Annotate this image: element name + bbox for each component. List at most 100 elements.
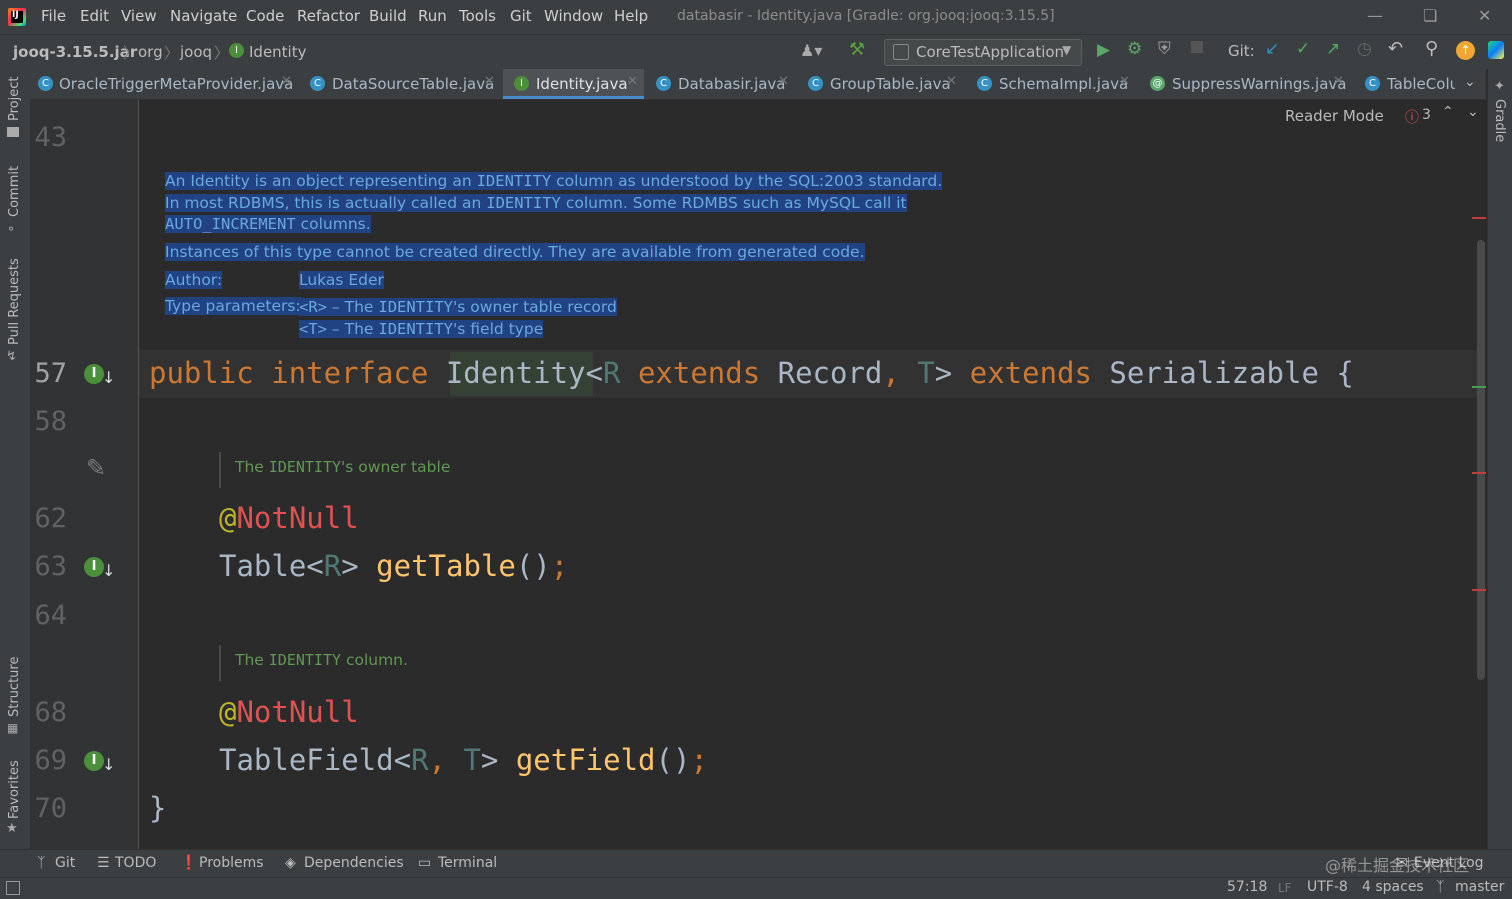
update-icon[interactable]: ↑ — [1456, 41, 1475, 60]
tab-group-table[interactable]: C GroupTable.java ✕ — [798, 69, 958, 99]
dependencies-icon: ◈ — [285, 855, 296, 871]
search-icon[interactable]: ⚲ — [1425, 38, 1438, 59]
toolwindow-git[interactable]: Git — [55, 855, 75, 871]
caret-position[interactable]: 57:18 — [1227, 879, 1267, 895]
class-icon: C — [1365, 76, 1380, 91]
coverage-icon[interactable]: ⛨ — [1158, 39, 1171, 59]
menu-navigate[interactable]: Navigate — [170, 7, 237, 25]
minimize-icon[interactable]: — — [1367, 6, 1383, 25]
layout-toggle-icon[interactable] — [6, 881, 20, 895]
tab-close-icon[interactable]: ✕ — [1333, 74, 1344, 89]
toolwindow-terminal[interactable]: Terminal — [438, 855, 497, 871]
breadcrumb-jar[interactable]: jooq-3.15.5.jar — [13, 43, 137, 61]
menu-help[interactable]: Help — [614, 7, 648, 25]
next-error-chevron-icon[interactable]: ⌄ — [1467, 104, 1479, 120]
toolwindow-dependencies[interactable]: Dependencies — [304, 855, 404, 871]
doc-text: The — [235, 458, 269, 476]
error-stripe-marker[interactable] — [1472, 217, 1486, 219]
code-line-69[interactable]: TableField<R, T> getField(); — [219, 743, 708, 777]
menu-window[interactable]: Window — [544, 7, 603, 25]
menu-code[interactable]: Code — [246, 7, 284, 25]
error-stripe-marker[interactable] — [1472, 589, 1486, 591]
tool-gradle[interactable]: Gradle — [1492, 99, 1507, 142]
menu-build[interactable]: Build — [369, 7, 407, 25]
tab-close-icon[interactable]: ✕ — [281, 74, 292, 89]
toolwindow-todo[interactable]: TODO — [115, 855, 156, 871]
doc-text: 's owner table — [341, 458, 451, 476]
breadcrumb-identity[interactable]: Identity — [249, 43, 307, 61]
indent-setting[interactable]: 4 spaces — [1362, 879, 1424, 895]
git-update-icon[interactable]: ↙ — [1265, 39, 1279, 59]
restore-icon[interactable]: ❏ — [1423, 6, 1437, 25]
edit-doc-pencil-icon[interactable]: ✎ — [86, 454, 106, 482]
doc-text: column as understood by the SQL:2003 sta… — [551, 172, 943, 190]
stop-icon[interactable] — [1191, 41, 1203, 53]
menu-run[interactable]: Run — [418, 7, 447, 25]
menu-edit[interactable]: Edit — [80, 7, 109, 25]
menu-file[interactable]: File — [41, 7, 66, 25]
build-hammer-icon[interactable]: ⚒ — [849, 39, 865, 60]
tool-project[interactable]: Project — [7, 77, 22, 121]
breadcrumb-org[interactable]: org — [138, 43, 163, 61]
implemented-icon[interactable]: I — [84, 557, 104, 577]
file-encoding[interactable]: UTF-8 — [1307, 879, 1348, 895]
tab-data-source-table[interactable]: C DataSourceTable.java ✕ — [300, 69, 500, 99]
debug-icon[interactable]: ⚙ — [1127, 39, 1142, 59]
vertical-scrollbar[interactable] — [1477, 240, 1485, 680]
toolwindow-problems[interactable]: Problems — [199, 855, 264, 871]
git-push-icon[interactable]: ↗ — [1326, 39, 1340, 59]
tab-close-icon[interactable]: ✕ — [627, 74, 638, 89]
tab-identity[interactable]: I Identity.java ✕ — [503, 69, 644, 99]
close-icon[interactable]: ✕ — [1478, 6, 1491, 25]
tool-structure[interactable]: Structure — [7, 657, 22, 717]
javadoc-get-field[interactable]: The IDENTITY column. — [219, 645, 408, 681]
javadoc-get-table[interactable]: The IDENTITY's owner table — [219, 452, 450, 488]
implemented-icon[interactable]: I — [84, 751, 104, 771]
line-separator[interactable]: LF — [1278, 881, 1292, 895]
tab-schema-impl[interactable]: C SchemaImpl.java ✕ — [967, 69, 1132, 99]
code-line-70[interactable]: } — [149, 791, 166, 825]
breadcrumb-jooq[interactable]: jooq — [180, 43, 212, 61]
tab-table-column[interactable]: C TableColu — [1355, 69, 1455, 99]
change-stripe-marker[interactable] — [1472, 386, 1486, 388]
code-line-62[interactable]: @NotNull — [219, 501, 359, 535]
type-name: Table< — [219, 549, 324, 583]
reader-mode-toggle[interactable]: Reader Mode — [1285, 107, 1384, 125]
tool-favorites[interactable]: Favorites — [7, 760, 22, 819]
doc-text: column. Some RDMBS such as MySQL call it — [560, 193, 907, 212]
git-branch[interactable]: master — [1455, 879, 1504, 895]
tab-close-icon[interactable]: ✕ — [946, 74, 957, 89]
type-name: Record — [777, 356, 883, 390]
tab-databasir[interactable]: C Databasir.java ✕ — [646, 69, 792, 99]
tab-oracle-trigger-meta-provider[interactable]: C OracleTriggerMetaProvider.java ✕ — [30, 69, 298, 99]
history-icon[interactable]: ◷ — [1357, 39, 1372, 59]
code-line-68[interactable]: @NotNull — [219, 695, 359, 729]
user-icon[interactable]: ♟▾ — [800, 41, 822, 60]
tab-suppress-warnings[interactable]: @ SuppressWarnings.java ✕ — [1140, 69, 1346, 99]
git-commit-icon[interactable]: ✓ — [1296, 39, 1310, 59]
tool-pull-requests[interactable]: Pull Requests — [7, 258, 22, 345]
toolbox-icon[interactable] — [1488, 41, 1504, 59]
error-icon[interactable]: ⓘ — [1405, 107, 1419, 127]
menu-view[interactable]: View — [121, 7, 157, 25]
menu-tools[interactable]: Tools — [459, 7, 496, 25]
run-icon[interactable]: ▶ — [1097, 40, 1110, 60]
error-stripe-marker[interactable] — [1472, 472, 1486, 474]
javadoc-description[interactable]: An Identity is an object representing an… — [165, 171, 943, 236]
menu-refactor[interactable]: Refactor — [297, 7, 360, 25]
code-editor[interactable]: Reader Mode ⓘ 3 ⌃ ⌄ An Identity is an ob… — [139, 100, 1487, 849]
code-line-57[interactable]: public interface Identity<R extends Reco… — [149, 356, 1354, 390]
code-line-63[interactable]: Table<R> getTable(); — [219, 549, 568, 583]
tool-commit[interactable]: Commit — [7, 166, 22, 217]
tab-close-icon[interactable]: ✕ — [1119, 74, 1130, 89]
rollback-icon[interactable]: ↶ — [1388, 38, 1403, 59]
tab-close-icon[interactable]: ✕ — [484, 74, 495, 89]
tab-close-icon[interactable]: ✕ — [778, 74, 789, 89]
keyword: extends — [637, 356, 761, 390]
doc-code: IDENTITY — [268, 458, 342, 476]
menu-git[interactable]: Git — [510, 7, 532, 25]
tabs-overflow-chevron-icon[interactable]: ⌄ — [1464, 74, 1476, 90]
implemented-icon[interactable]: I — [84, 364, 104, 384]
prev-error-chevron-icon[interactable]: ⌃ — [1442, 104, 1454, 120]
run-config-select[interactable]: CoreTestApplication ▼ — [884, 39, 1082, 66]
